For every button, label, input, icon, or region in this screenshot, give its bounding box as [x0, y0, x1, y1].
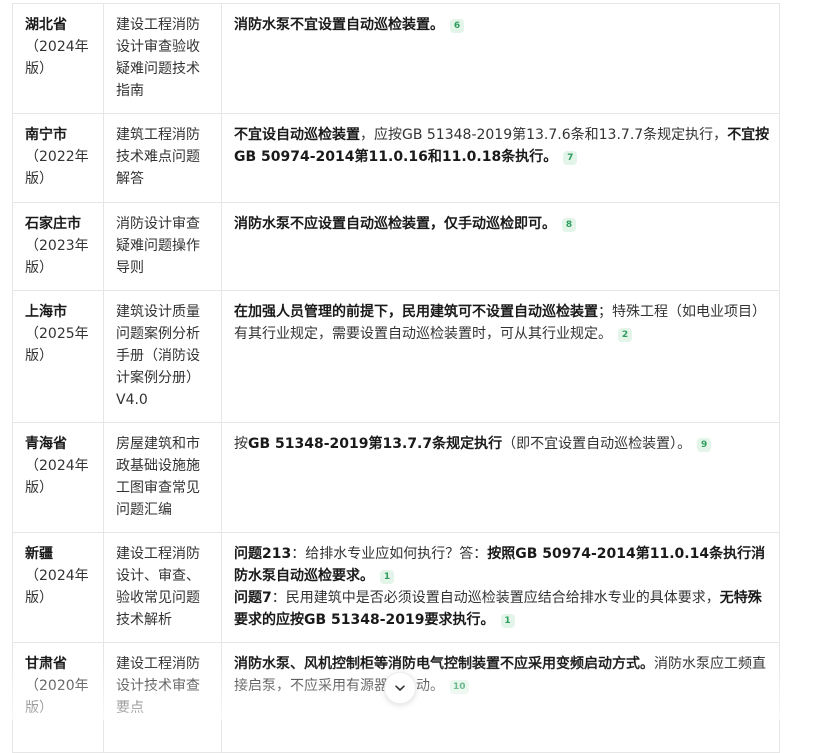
table-row: 上海市 （2025年版） 建筑设计质量问题案例分析手册（消防设计案例分册）V4.0… [12, 290, 780, 423]
content-text: ，应按GB 51348-2019第13.7.6条和13.7.7条规定执行， [360, 127, 728, 143]
emphasis-text: 消防水泵不宜设置自动巡检装置。 [234, 17, 444, 33]
emphasis-text: GB 51348-2019第13.7.7条规定执行 [248, 436, 503, 452]
emphasis-text: 在加强人员管理的前提下，民用建筑可不设置自动巡检装置 [234, 304, 598, 320]
content-text: ：民用建筑中是否必须设置自动巡检装置应结合给排水专业的具体要求， [271, 590, 720, 606]
content-text: （即不宜设置自动巡检装置）。 [502, 436, 692, 452]
content-text: 按 [234, 436, 248, 452]
content-cell: 在加强人员管理的前提下，民用建筑可不设置自动巡检装置；特殊工程（如电业项目）有其… [221, 290, 780, 423]
document-cell: 房屋建筑和市政基础设施施工图审查常见问题汇编 [103, 422, 222, 533]
citation-badge[interactable]: 7 [563, 151, 578, 165]
region-name: 南宁市 [25, 127, 67, 143]
chevron-down-icon [395, 685, 405, 691]
content-paragraph: 在加强人员管理的前提下，民用建筑可不设置自动巡检装置；特殊工程（如电业项目）有其… [234, 301, 770, 345]
document-cell: 消防设计审查疑难问题操作导则 [103, 202, 222, 291]
citation-badge[interactable]: 1 [380, 570, 394, 584]
region-name: 青海省 [25, 436, 67, 452]
edition-label: （2022年版） [25, 149, 89, 187]
document-cell: 建设工程消防设计审查验收疑难问题技术指南 [103, 3, 222, 114]
edition-label: （2025年版） [25, 326, 89, 364]
citation-badge[interactable]: 1 [500, 614, 515, 628]
emphasis-text: 问题7 [234, 590, 272, 606]
table-row: 青海省 （2024年版） 房屋建筑和市政基础设施施工图审查常见问题汇编 按GB 5… [12, 422, 780, 533]
edition-label: （2024年版） [25, 568, 89, 606]
region-name: 湖北省 [25, 17, 67, 33]
edition-label: （2020年版） [25, 678, 89, 716]
region-cell: 南宁市 （2022年版） [12, 113, 104, 203]
document-title: 建筑设计质量问题案例分析手册（消防设计案例分册）V4.0 [116, 304, 200, 408]
content-paragraph: 消防水泵不宜设置自动巡检装置。 6 [234, 14, 770, 36]
region-cell: 甘肃省 （2020年版） [12, 642, 104, 753]
content-text: 动。 [416, 678, 444, 694]
content-cell: 按GB 51348-2019第13.7.7条规定执行（即不宜设置自动巡检装置）。… [221, 422, 780, 533]
region-cell: 石家庄市 （2023年版） [12, 202, 104, 291]
table-row: 南宁市 （2022年版） 建筑工程消防技术难点问题解答 不宜设自动巡检装置，应按G… [12, 113, 780, 203]
table-row: 石家庄市 （2023年版） 消防设计审查疑难问题操作导则 消防水泵不应设置自动巡检… [12, 202, 780, 291]
citation-badge[interactable]: 10 [450, 680, 469, 694]
emphasis-text: 问题213 [234, 546, 292, 562]
document-cell: 建设工程消防设计、审查、验收常见问题技术解析 [103, 532, 222, 643]
content-cell: 问题213：给排水专业应如何执行？答：按照GB 50974-2014第11.0.… [221, 532, 780, 643]
region-name: 石家庄市 [25, 216, 81, 232]
region-cell: 青海省 （2024年版） [12, 422, 104, 533]
document-cell: 建筑设计质量问题案例分析手册（消防设计案例分册）V4.0 [103, 290, 222, 423]
document-cell: 建设工程消防设计技术审查要点 [103, 642, 222, 753]
content-cell: 消防水泵、风机控制柜等消防电气控制装置不应采用变频启动方式。消防水泵应工频直接启… [221, 642, 780, 753]
emphasis-text: 不宜设自动巡检装置 [234, 127, 360, 143]
edition-label: （2024年版） [25, 458, 89, 496]
region-cell: 新疆 （2024年版） [12, 532, 104, 643]
edition-label: （2023年版） [25, 238, 89, 276]
table-body: 湖北省 （2024年版） 建设工程消防设计审查验收疑难问题技术指南 消防水泵不宜设… [12, 3, 780, 753]
scroll-down-button[interactable] [384, 672, 416, 704]
content-paragraph: 不宜设自动巡检装置，应按GB 51348-2019第13.7.6条和13.7.7… [234, 124, 770, 168]
document-title: 建设工程消防设计技术审查要点 [116, 656, 200, 716]
table-row: 湖北省 （2024年版） 建设工程消防设计审查验收疑难问题技术指南 消防水泵不宜设… [12, 3, 780, 114]
content-cell: 消防水泵不宜设置自动巡检装置。 6 [221, 3, 780, 114]
document-title: 房屋建筑和市政基础设施施工图审查常见问题汇编 [116, 436, 200, 518]
content-text: ：给排水专业应如何执行？答： [291, 546, 488, 562]
regulation-table: 湖北省 （2024年版） 建设工程消防设计审查验收疑难问题技术指南 消防水泵不宜设… [12, 3, 780, 753]
document-title: 建设工程消防设计、审查、验收常见问题技术解析 [116, 546, 200, 628]
edition-label: （2024年版） [25, 39, 89, 77]
region-name: 甘肃省 [25, 656, 67, 672]
document-cell: 建筑工程消防技术难点问题解答 [103, 113, 222, 203]
content-paragraph: 消防水泵不应设置自动巡检装置，仅手动巡检即可。 8 [234, 213, 770, 235]
document-title: 消防设计审查疑难问题操作导则 [116, 216, 200, 276]
content-paragraph: 按GB 51348-2019第13.7.7条规定执行（即不宜设置自动巡检装置）。… [234, 433, 770, 455]
citation-badge[interactable]: 2 [618, 328, 632, 342]
region-cell: 上海市 （2025年版） [12, 290, 104, 423]
region-name: 上海市 [25, 304, 67, 320]
citation-badge[interactable]: 9 [697, 438, 712, 452]
content-cell: 不宜设自动巡检装置，应按GB 51348-2019第13.7.6条和13.7.7… [221, 113, 780, 203]
table-row: 新疆 （2024年版） 建设工程消防设计、审查、验收常见问题技术解析 问题213：… [12, 532, 780, 643]
region-cell: 湖北省 （2024年版） [12, 3, 104, 114]
citation-badge[interactable]: 6 [450, 19, 464, 33]
content-paragraph: 消防水泵、风机控制柜等消防电气控制装置不应采用变频启动方式。消防水泵应工频直接启… [234, 653, 770, 697]
emphasis-text: 消防水泵不应设置自动巡检装置，仅手动巡检即可。 [234, 216, 556, 232]
citation-badge[interactable]: 8 [562, 218, 576, 232]
region-name: 新疆 [25, 546, 53, 562]
content-paragraph: 问题7：民用建筑中是否必须设置自动巡检装置应结合给排水专业的具体要求，无特殊要求… [234, 587, 770, 631]
content-cell: 消防水泵不应设置自动巡检装置，仅手动巡检即可。 8 [221, 202, 780, 291]
document-title: 建设工程消防设计审查验收疑难问题技术指南 [116, 17, 200, 99]
emphasis-text: 消防水泵、风机控制柜等消防电气控制装置不应采用变频启动方式。 [234, 656, 654, 672]
content-paragraph: 问题213：给排水专业应如何执行？答：按照GB 50974-2014第11.0.… [234, 543, 770, 587]
document-title: 建筑工程消防技术难点问题解答 [116, 127, 200, 187]
